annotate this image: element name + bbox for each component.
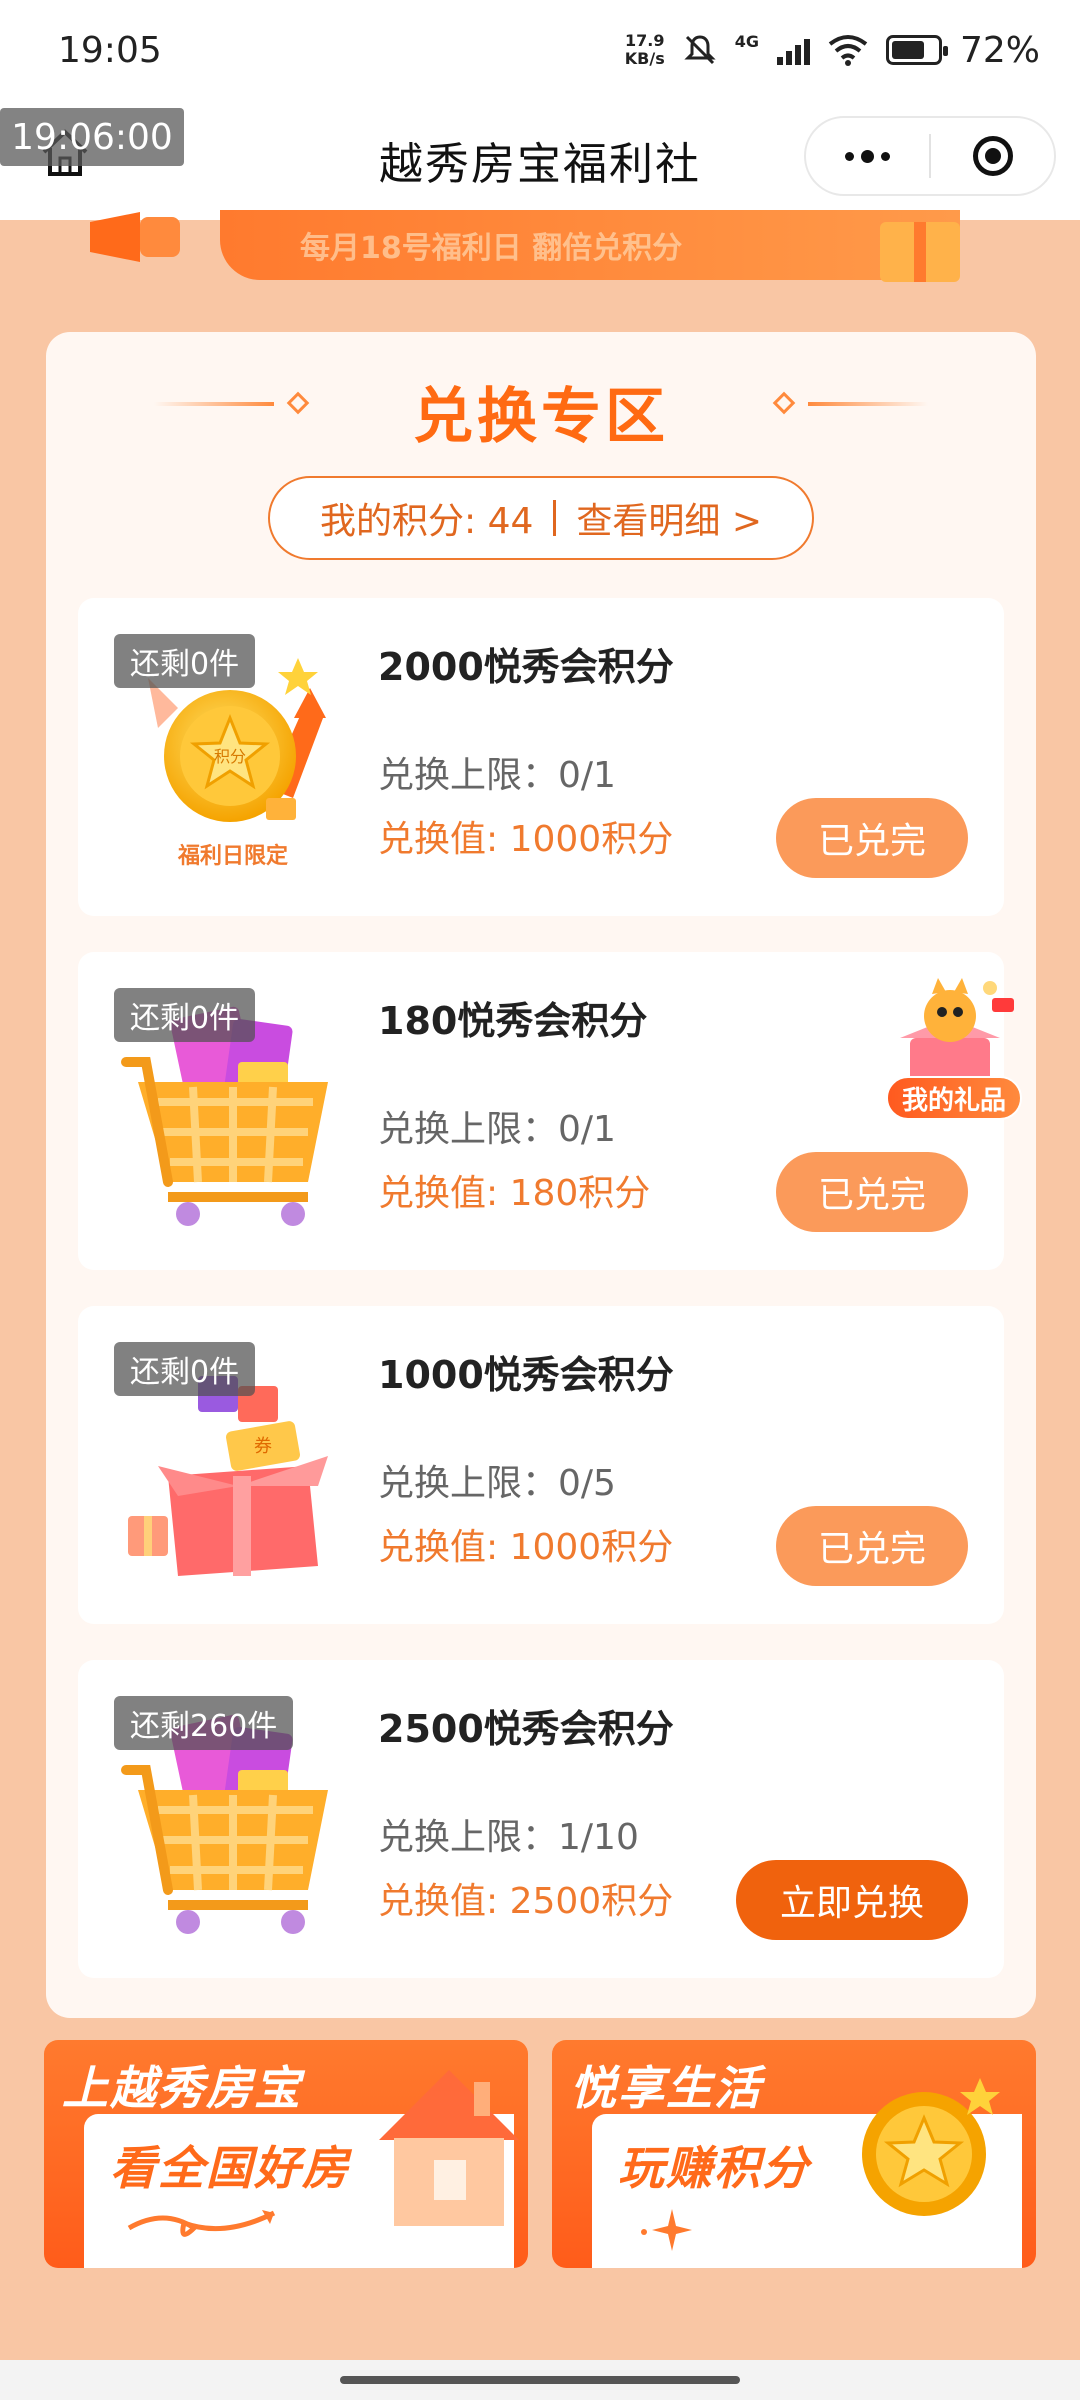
mute-bell-icon (684, 35, 716, 65)
points-summary[interactable]: 我的积分: 44 查看明细 > (268, 476, 814, 560)
item-limit: 兑换上限：0/1 (378, 755, 616, 796)
welfare-day-banner[interactable]: 每月18号福利日 翻倍兑积分 (220, 210, 960, 280)
close-miniapp-button[interactable] (931, 118, 1054, 194)
net-speed-unit: KB/s (624, 49, 665, 68)
item-name: 1000悦秀会积分 (378, 1353, 674, 1397)
more-button[interactable] (806, 118, 929, 194)
item-limit: 兑换上限：0/5 (378, 1463, 616, 1504)
sold-out-button[interactable]: 已兑完 (776, 1506, 968, 1586)
stock-badge: 还剩0件 (114, 988, 256, 1042)
exchange-item: 还剩0件 券 1000悦秀会积分 兑换上限：0/5 兑换值: 1000积分 已兑… (78, 1306, 1004, 1624)
net-speed: 17.9 KB/s (625, 32, 665, 68)
signal-icon (776, 35, 810, 65)
wifi-icon (828, 35, 868, 66)
title-decoration-right (808, 402, 928, 406)
house-icon (379, 2070, 519, 2226)
item-name: 2500悦秀会积分 (378, 1707, 674, 1751)
coin-text: 积分 (214, 747, 246, 766)
banner-card: 看全国好房 (84, 2070, 519, 2268)
network-type: 4G (734, 31, 759, 51)
net-speed-value: 17.9 (624, 31, 665, 50)
view-details-link[interactable]: 查看明细 > (576, 492, 762, 544)
banner-heading: 上越秀房宝 (62, 2061, 302, 2115)
status-time: 19:05 (58, 29, 162, 71)
exchange-item: 还剩0件 180悦秀会积分 兑换上限：0/1 兑换值: 180积分 已兑完 (78, 952, 1004, 1270)
stock-badge: 还剩0件 (114, 1342, 256, 1396)
arrow-swoosh-icon (127, 2210, 276, 2237)
section-title: 兑换专区 (413, 382, 669, 452)
battery-icon (885, 35, 948, 65)
my-points-label: 我的积分: 44 (320, 501, 534, 542)
redeem-now-button[interactable]: 立即兑换 (736, 1860, 968, 1940)
exchange-item: 还剩260件 2500悦秀会积分 兑换上限：1/10 兑换值: 2500积分 立… (78, 1660, 1004, 1978)
exchange-panel: 兑换专区 我的积分: 44 查看明细 > 还剩0件 积分 福利日限定 2000悦… (46, 332, 1036, 2018)
target-icon (972, 136, 1013, 176)
view-houses-banner[interactable]: 上越秀房宝 看全国好房 (44, 2040, 528, 2268)
megaphone-icon (90, 212, 180, 262)
my-gifts-label[interactable]: 我的礼品 (886, 1076, 1022, 1120)
page-title: 越秀房宝福利社 (379, 139, 701, 190)
item-cost: 兑换值: 2500积分 (378, 1881, 674, 1922)
item-name: 180悦秀会积分 (378, 999, 648, 1043)
status-icons: 17.9 KB/s 4G 72% (625, 30, 1040, 71)
more-dots-icon (845, 149, 890, 163)
item-name: 2000悦秀会积分 (378, 645, 674, 689)
item-cost: 兑换值: 1000积分 (378, 1527, 674, 1568)
sold-out-button[interactable]: 已兑完 (776, 1152, 968, 1232)
sparkle-icon (641, 2209, 692, 2251)
stock-badge: 还剩0件 (114, 634, 256, 688)
sold-out-button[interactable]: 已兑完 (776, 798, 968, 878)
coupon-text: 券 (254, 1436, 272, 1457)
banner-heading: 悦享生活 (570, 2061, 762, 2115)
item-limit: 兑换上限：0/1 (378, 1109, 616, 1150)
item-cost: 兑换值: 1000积分 (378, 819, 674, 860)
banner-subheading: 玩赚积分 (618, 2141, 810, 2195)
home-indicator[interactable] (340, 2376, 740, 2384)
item-cost: 兑换值: 180积分 (378, 1173, 651, 1214)
battery-percent: 72% (959, 29, 1040, 71)
miniapp-capsule (804, 116, 1056, 196)
exchange-item: 还剩0件 积分 福利日限定 2000悦秀会积分 兑换上限：0/1 兑换值: 10… (78, 598, 1004, 916)
pill-divider (553, 500, 557, 536)
banner-subheading: 看全国好房 (110, 2141, 350, 2195)
time-overlay-badge: 19:06:00 (0, 108, 184, 166)
banner-card: 玩赚积分 (592, 2078, 1022, 2268)
gift-box-icon (880, 222, 960, 282)
item-limit: 兑换上限：1/10 (378, 1817, 639, 1858)
welfare-day-text: 每月18号福利日 翻倍兑积分 (300, 231, 683, 266)
welfare-limited-caption: 福利日限定 (177, 843, 288, 869)
gold-coin-icon (862, 2078, 1000, 2216)
stock-badge: 还剩260件 (114, 1696, 294, 1750)
status-bar: 19:05 17.9 KB/s 4G 72% (0, 0, 1080, 100)
earn-points-banner[interactable]: 悦享生活 玩赚积分 (552, 2040, 1036, 2268)
